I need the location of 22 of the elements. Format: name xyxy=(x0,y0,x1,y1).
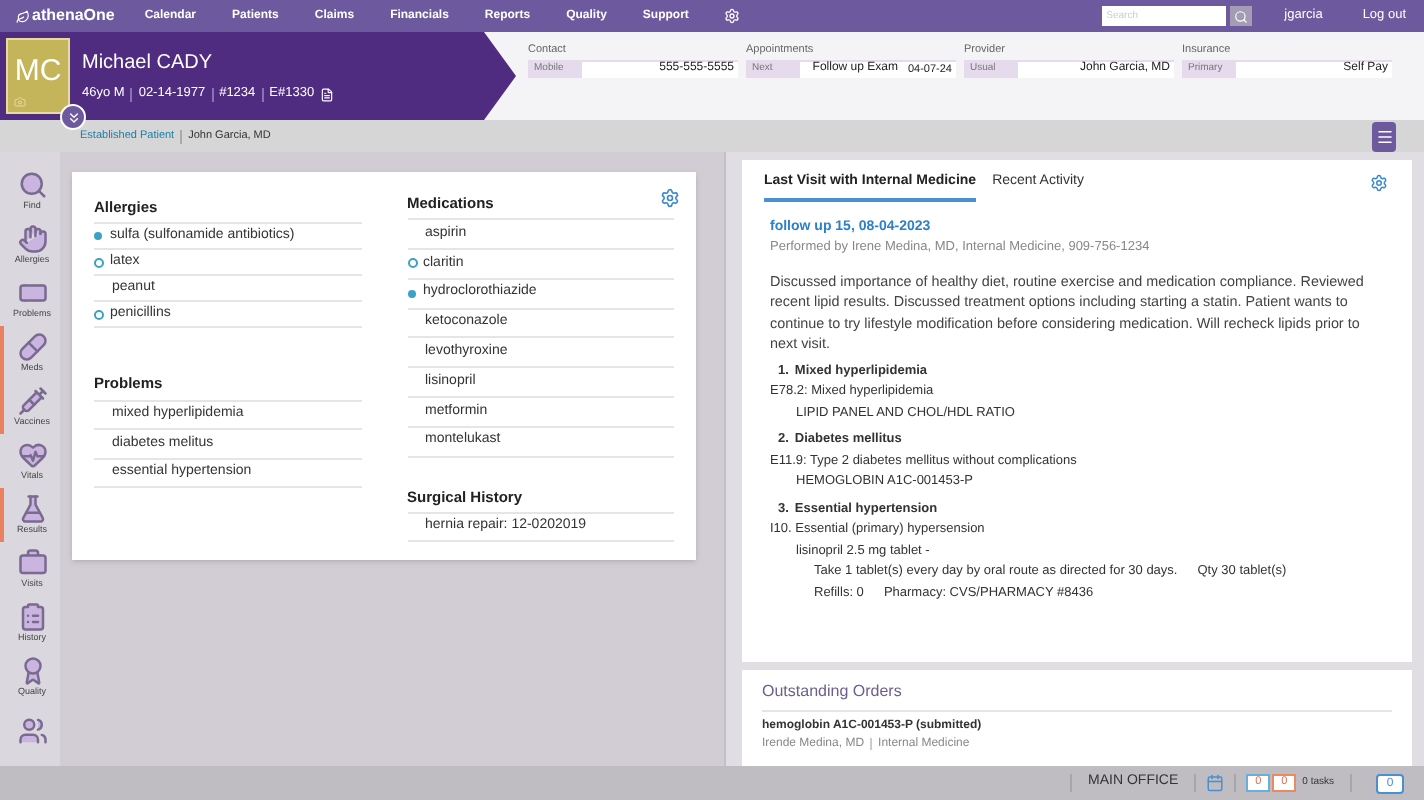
medical-kit-icon xyxy=(17,547,47,578)
group-icon xyxy=(17,716,47,746)
search-icon xyxy=(17,169,47,200)
logo[interactable]: athenaOne xyxy=(32,4,115,28)
pill-icon xyxy=(17,331,47,362)
search-button[interactable] xyxy=(1230,6,1253,26)
avatar-initials: MC xyxy=(14,51,62,92)
document-icon[interactable] xyxy=(320,87,335,101)
settings-icon[interactable] xyxy=(660,188,680,208)
flask-icon xyxy=(17,493,47,524)
syringe-icon xyxy=(17,385,47,416)
heart-icon xyxy=(17,439,47,470)
patient-name: Michael CADY xyxy=(82,50,215,79)
chevrons-down-icon xyxy=(65,109,81,125)
search-icon xyxy=(1234,9,1249,23)
settings-icon[interactable] xyxy=(1370,174,1388,192)
menu-button[interactable] xyxy=(1372,121,1396,151)
menu-icon xyxy=(1375,127,1393,145)
section-heading: Outstanding Orders xyxy=(762,679,1392,712)
leaf-icon xyxy=(16,9,30,23)
clipboard-icon xyxy=(17,601,47,632)
hand-icon xyxy=(17,223,47,254)
